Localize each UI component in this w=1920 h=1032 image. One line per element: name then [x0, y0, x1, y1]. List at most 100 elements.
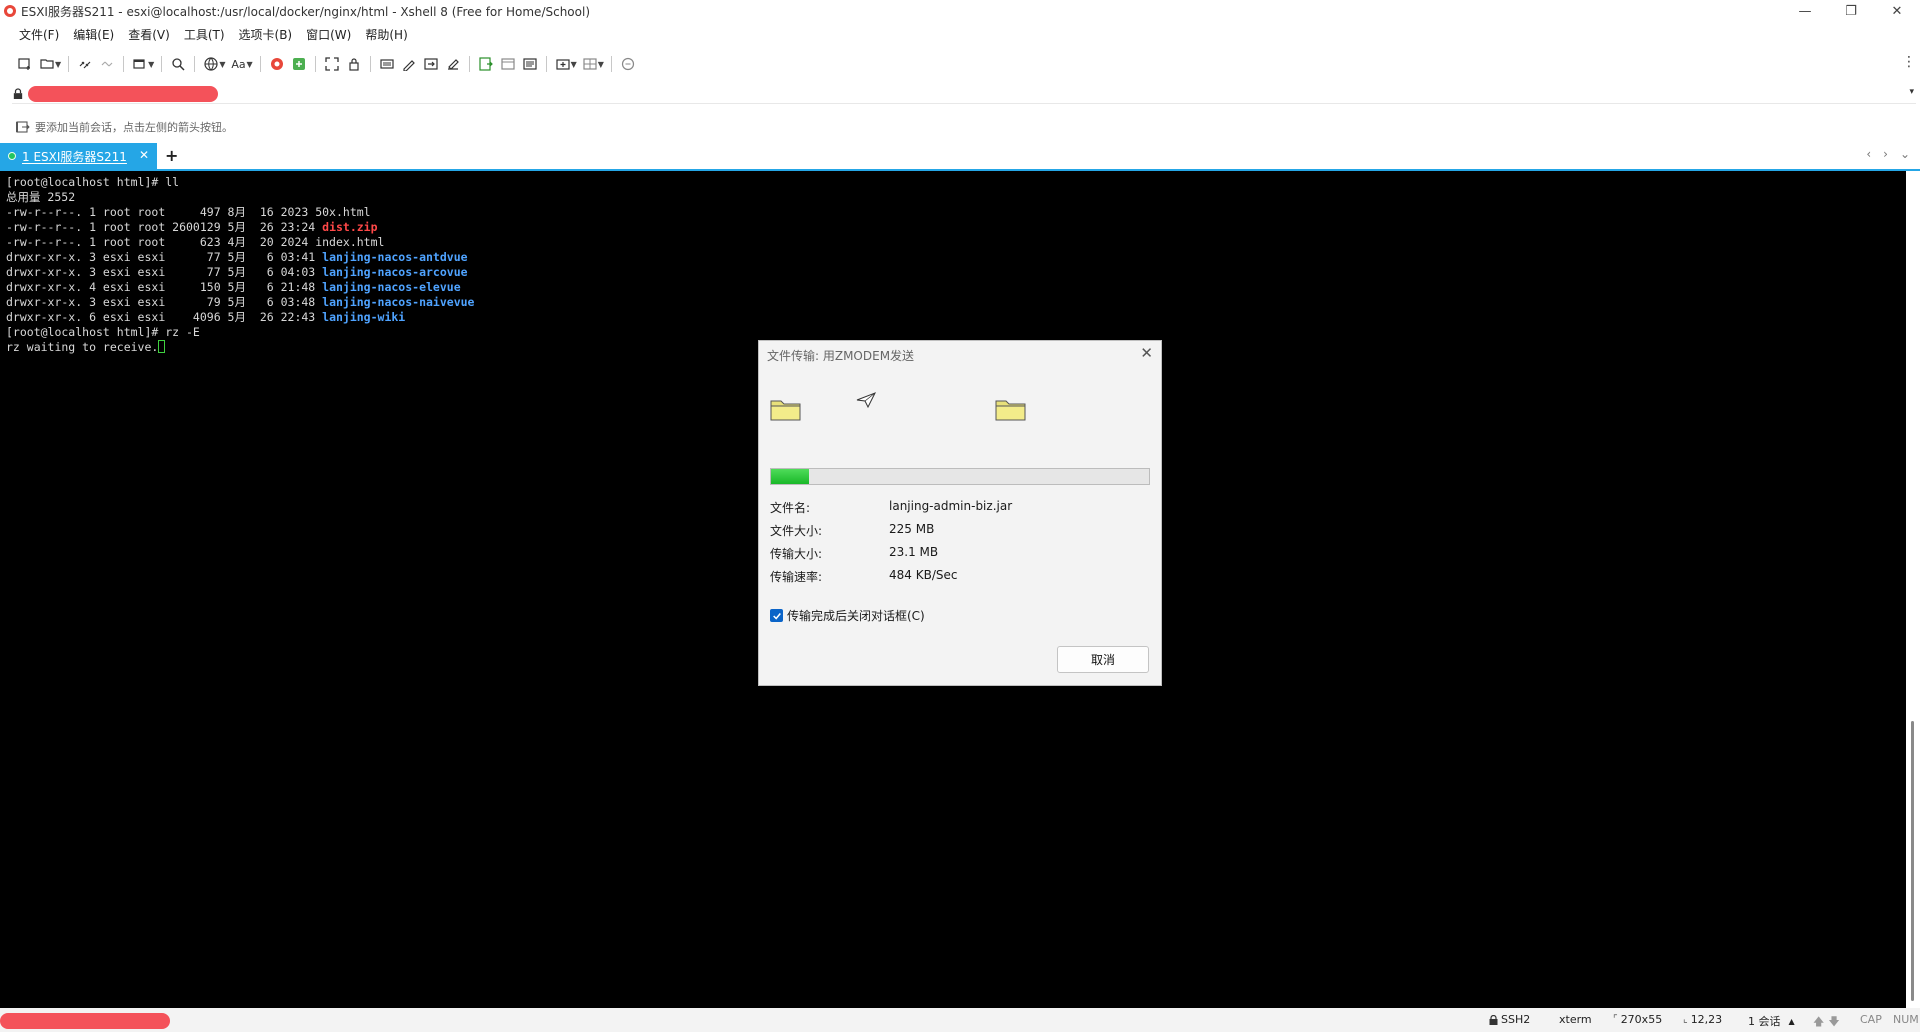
notes-icon[interactable] — [519, 53, 541, 75]
chat-icon[interactable] — [617, 53, 639, 75]
disconnect-icon[interactable] — [96, 53, 118, 75]
fullscreen-icon[interactable] — [321, 53, 343, 75]
hint-text: 要添加当前会话，点击左侧的箭头按钮。 — [35, 121, 233, 134]
toolbar: ▼ ▼ ▼ Aa ▼ ▼ ▼ ⋮ — [0, 52, 1920, 76]
tab-bar: 1 ESXI服务器S211 ✕ + ‹ › ⌄ — [0, 143, 1920, 169]
tab-esxi-s211[interactable]: 1 ESXI服务器S211 ✕ — [0, 143, 157, 169]
terminal-text: drwxr-xr-x. 4 esxi esxi 150 5月 6 21:48 — [6, 280, 323, 294]
session-count[interactable]: 1 会话 ▲ — [1748, 1013, 1795, 1029]
terminal-text: drwxr-xr-x. 6 esxi esxi 4096 5月 26 22:43 — [6, 310, 323, 324]
window-controls: — ❐ ✕ — [1782, 0, 1920, 22]
checkbox-label: 传输完成后关闭对话框(C) — [787, 609, 925, 623]
file-name-label: 文件名: — [770, 501, 811, 515]
reconnect-icon[interactable] — [74, 53, 96, 75]
toolbar-separator — [161, 56, 163, 72]
log-icon[interactable] — [475, 53, 497, 75]
send-paper-plane-icon — [856, 392, 877, 409]
tab-close-icon[interactable]: ✕ — [139, 148, 149, 162]
tab-prev-icon[interactable]: ‹ — [1866, 147, 1871, 161]
terminal-line: drwxr-xr-x. 4 esxi esxi 150 5月 6 21:48 l… — [6, 280, 1900, 295]
more-icon[interactable]: ⋮ — [1902, 54, 1916, 70]
lock-icon[interactable] — [343, 53, 365, 75]
toolbar-separator — [545, 56, 547, 72]
title-bar: ESXI服务器S211 - esxi@localhost:/usr/local/… — [0, 0, 1920, 22]
cursor-position: 12,23 — [1690, 1013, 1723, 1026]
directory-name: lanjing-nacos-antdvue — [322, 250, 468, 264]
transfer-progress-bar — [770, 468, 1150, 485]
menu-help[interactable]: 帮助(H) — [358, 24, 414, 46]
terminal-line: drwxr-xr-x. 3 esxi esxi 79 5月 6 03:48 la… — [6, 295, 1900, 310]
scrollbar-thumb[interactable] — [1911, 721, 1914, 1001]
terminal-text: drwxr-xr-x. 3 esxi esxi 77 5月 6 04:03 — [6, 265, 323, 279]
font-caret-icon[interactable]: ▼ — [246, 60, 252, 69]
terminal-line: [root@localhost html]# rz -E — [6, 325, 1900, 340]
address-bar[interactable]: ▾ — [12, 84, 1916, 104]
checkbox-checked-icon[interactable] — [770, 609, 783, 622]
compose-icon[interactable] — [442, 53, 464, 75]
file-name-value: lanjing-admin-biz.jar — [889, 499, 1013, 513]
terminal-line: [root@localhost html]# ll — [6, 175, 1900, 190]
tab-label: 1 ESXI服务器S211 — [22, 149, 127, 164]
scroll-arrows[interactable]: 🡅 🡇 — [1813, 1013, 1840, 1032]
protocol-text: SSH2 — [1501, 1013, 1531, 1026]
tab-caret-icon[interactable]: ▼ — [571, 60, 577, 69]
new-session-icon[interactable] — [14, 53, 36, 75]
keyboard-icon[interactable] — [376, 53, 398, 75]
tab-icon[interactable] — [497, 53, 519, 75]
terminal-text: -rw-r--r--. 1 root root 2600129 5月 26 23… — [6, 220, 323, 234]
dialog-close-icon[interactable]: ✕ — [1140, 344, 1153, 362]
directory-name: lanjing-nacos-arcovue — [322, 265, 468, 279]
tab-next-icon[interactable]: › — [1883, 147, 1888, 161]
split-caret-icon[interactable]: ▼ — [598, 60, 604, 69]
menu-file[interactable]: 文件(F) — [12, 24, 66, 46]
terminal-scrollbar[interactable] — [1906, 171, 1920, 1008]
terminal-line: 总用量 2552 — [6, 190, 1900, 205]
toolbar-separator — [123, 56, 125, 72]
script-icon[interactable] — [398, 53, 420, 75]
xftp-icon[interactable] — [266, 53, 288, 75]
scroll-down-icon[interactable]: 🡇 — [1828, 1013, 1839, 1032]
directory-name: lanjing-nacos-elevue — [322, 280, 461, 294]
add-session-arrow-icon[interactable] — [16, 121, 30, 133]
status-bar: SSH2 xterm ⌜ 270x55 ⌞ 12,23 1 会话 ▲ 🡅 🡇 CA… — [0, 1008, 1920, 1032]
menu-window[interactable]: 窗口(W) — [299, 24, 358, 46]
open-caret-icon[interactable]: ▼ — [55, 60, 61, 69]
cancel-button[interactable]: 取消 — [1057, 646, 1149, 673]
terminal-line: drwxr-xr-x. 3 esxi esxi 77 5月 6 03:41 la… — [6, 250, 1900, 265]
terminal-cursor — [158, 340, 166, 353]
cursor-position-status: ⌞ 12,23 — [1683, 1013, 1722, 1026]
add-tab-button[interactable]: + — [165, 146, 178, 165]
menu-tabs[interactable]: 选项卡(B) — [232, 24, 300, 46]
source-folder-icon — [770, 400, 801, 421]
menu-view[interactable]: 查看(V) — [121, 24, 177, 46]
terminal-text: -rw-r--r--. 1 root root 497 8月 16 2023 5… — [6, 205, 371, 219]
transfer-icon[interactable] — [288, 53, 310, 75]
xshell-window: ESXI服务器S211 - esxi@localhost:/usr/local/… — [0, 0, 1920, 1032]
close-on-complete-checkbox[interactable]: 传输完成后关闭对话框(C) — [770, 607, 925, 624]
minimize-button[interactable]: — — [1782, 0, 1828, 22]
terminal-text: [root@localhost html]# rz -E — [6, 325, 200, 339]
menu-tools[interactable]: 工具(T) — [177, 24, 232, 46]
toolbar-separator — [314, 56, 316, 72]
tab-menu-icon[interactable]: ⌄ — [1900, 147, 1910, 161]
window-caret-icon[interactable]: ▼ — [148, 60, 154, 69]
terminal-line: -rw-r--r--. 1 root root 497 8月 16 2023 5… — [6, 205, 1900, 220]
find-icon[interactable] — [167, 53, 189, 75]
address-dropdown-icon[interactable]: ▾ — [1909, 87, 1914, 97]
hint-bar: 要添加当前会话，点击左侧的箭头按钮。 — [16, 119, 233, 135]
toolbar-separator — [68, 56, 70, 72]
menu-edit[interactable]: 编辑(E) — [66, 24, 121, 46]
session-count-text: 1 会话 — [1748, 1015, 1781, 1028]
tab-navigation: ‹ › ⌄ — [1866, 147, 1910, 161]
send-icon[interactable] — [420, 53, 442, 75]
globe-caret-icon[interactable]: ▼ — [219, 60, 225, 69]
session-caret-icon[interactable]: ▲ — [1789, 1017, 1795, 1026]
file-size-value: 225 MB — [889, 522, 935, 536]
cursor-position-icon: ⌞ — [1683, 1014, 1688, 1025]
restore-button[interactable]: ❐ — [1828, 0, 1874, 22]
scroll-up-icon[interactable]: 🡅 — [1813, 1013, 1824, 1032]
dialog-title: 文件传输: 用ZMODEM发送 — [767, 349, 915, 363]
close-button[interactable]: ✕ — [1874, 0, 1920, 22]
menu-bar: 文件(F) 编辑(E) 查看(V) 工具(T) 选项卡(B) 窗口(W) 帮助(… — [0, 24, 415, 46]
caps-lock-indicator: CAP — [1860, 1013, 1882, 1026]
